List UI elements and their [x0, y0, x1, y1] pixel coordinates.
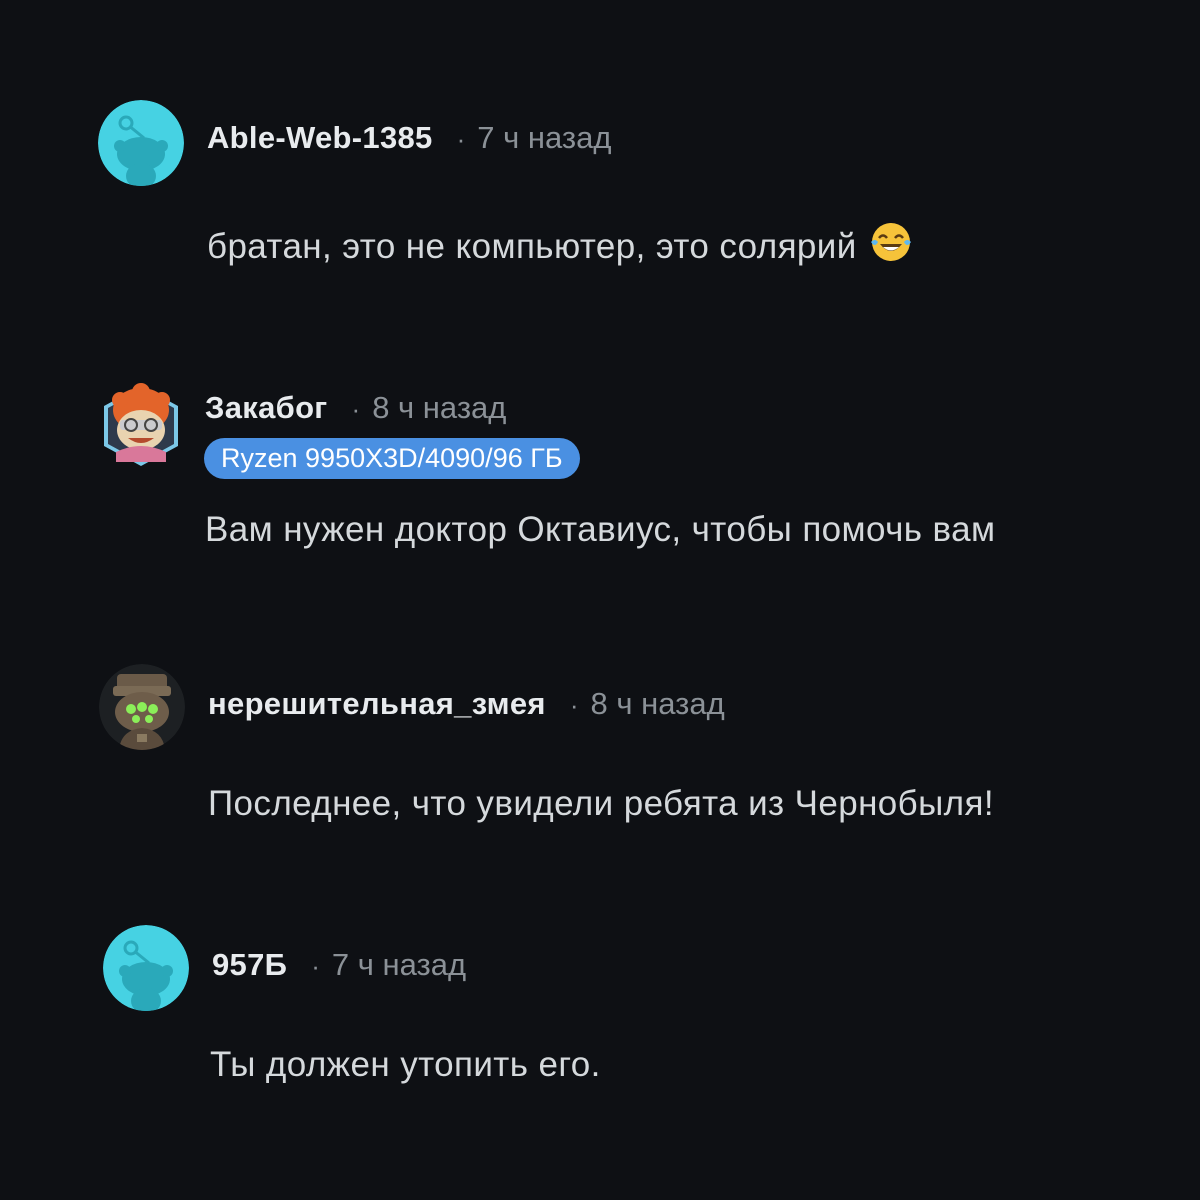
comment-meta: Able-Web-1385 · 7 ч назад [207, 120, 611, 156]
comment-text: Вам нужен доктор Октавиус, чтобы помочь … [205, 510, 996, 549]
face-with-tears-of-joy-icon [870, 223, 911, 261]
separator-dot: · [569, 690, 579, 720]
default-snoo-avatar-icon[interactable] [103, 925, 189, 1011]
username[interactable]: 957Б [212, 947, 287, 983]
default-snoo-avatar-icon[interactable] [98, 100, 184, 186]
timestamp[interactable]: 8 ч назад [590, 686, 724, 722]
custom-snoo-avatar-icon[interactable] [98, 380, 184, 466]
comments-page: Able-Web-1385 · 7 ч назад братан, это не… [0, 0, 1200, 1200]
comment-body: Вам нужен доктор Октавиус, чтобы помочь … [205, 510, 995, 550]
comment-meta: 957Б · 7 ч назад [212, 947, 466, 983]
comment-meta: нерешительная_змея · 8 ч назад [208, 686, 725, 722]
comment-text: братан, это не компьютер, это солярий [207, 227, 857, 266]
comment-text: Ты должен утопить его. [210, 1045, 601, 1084]
username[interactable]: Able-Web-1385 [207, 120, 433, 156]
separator-dot: · [351, 394, 361, 424]
timestamp[interactable]: 7 ч назад [477, 120, 611, 156]
user-flair: Ryzen 9950X3D/4090/96 ГБ [204, 438, 580, 479]
robot-snoo-avatar-icon[interactable] [99, 664, 185, 750]
username[interactable]: Закабог [205, 390, 328, 426]
timestamp[interactable]: 8 ч назад [372, 390, 506, 426]
separator-dot: · [311, 951, 320, 981]
comment-body: Ты должен утопить его. [210, 1045, 601, 1085]
comment-body: Последнее, что увидели ребята из Чернобы… [208, 784, 994, 824]
username[interactable]: нерешительная_змея [208, 686, 546, 722]
comment-text: Последнее, что увидели ребята из Чернобы… [208, 784, 994, 823]
separator-dot: · [456, 124, 466, 154]
comment-meta: Закабог · 8 ч назад [205, 390, 506, 426]
timestamp[interactable]: 7 ч назад [332, 947, 466, 983]
comment-body: братан, это не компьютер, это солярий [207, 220, 913, 267]
